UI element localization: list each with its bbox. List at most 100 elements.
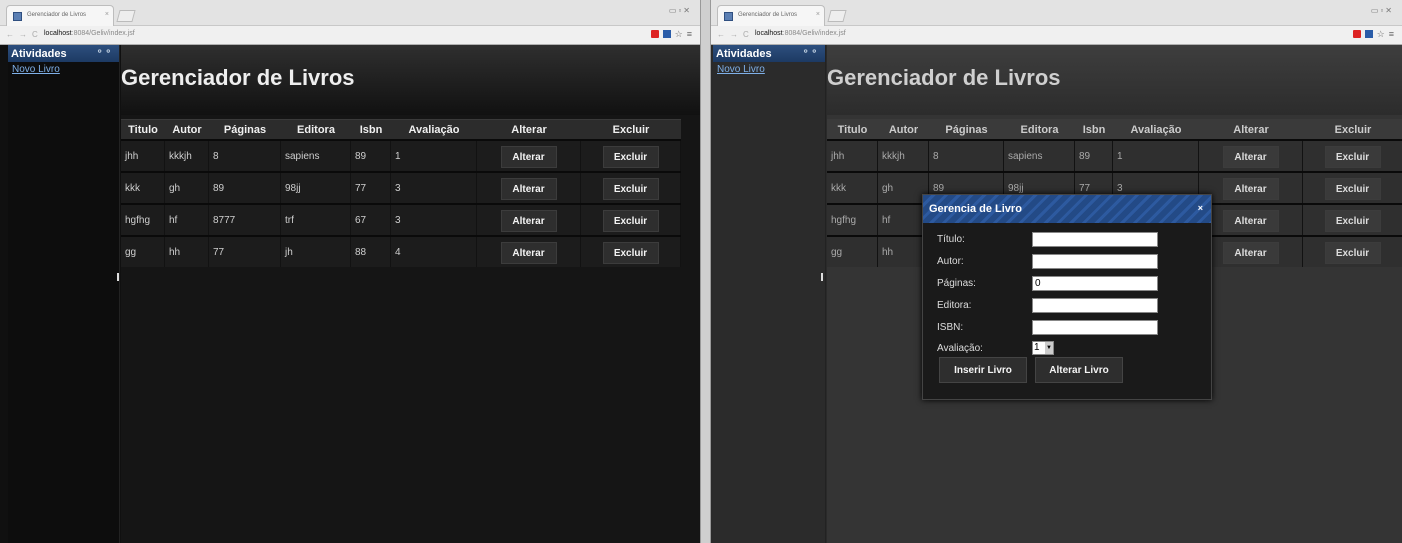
star-icon[interactable]: ☆ (1377, 30, 1385, 39)
new-book-link[interactable]: Novo Livro (8, 62, 119, 75)
browser-tab[interactable]: Gerenciador de Livros × (717, 5, 825, 26)
cell-editora: 98jj (281, 173, 351, 203)
isbn-field[interactable] (1032, 320, 1158, 335)
page-title: Gerenciador de Livros (827, 65, 1061, 90)
extension-red-icon[interactable] (1352, 30, 1361, 38)
excluir-button[interactable]: Excluir (602, 146, 659, 168)
cell-editora: sapiens (281, 141, 351, 171)
excluir-button[interactable]: Excluir (602, 242, 659, 264)
label-autor: Autor: (937, 256, 964, 267)
sidebar-toggle-icon[interactable]: ⚬⚬ (802, 46, 819, 57)
tab-close-icon[interactable]: × (816, 11, 820, 18)
address-bar: ←→C localhost:8084/Geliv/index.jsf ☆ ≡ (711, 26, 1402, 45)
screenshot-divider (700, 0, 711, 543)
url-field[interactable]: localhost:8084/Geliv/index.jsf (44, 29, 464, 42)
cell-titulo: kkk (121, 173, 165, 203)
sidebar-title: Atividades (716, 48, 772, 60)
alterar-button[interactable]: Alterar (500, 210, 557, 232)
window-controls[interactable]: ▭▫✕ (1371, 6, 1394, 15)
cell-paginas: 8 (929, 141, 1004, 171)
close-icon[interactable]: × (1198, 203, 1203, 213)
dialog-header[interactable]: Gerencia de Livro × (923, 195, 1211, 223)
excluir-button[interactable]: Excluir (602, 178, 659, 200)
alterar-button[interactable]: Alterar (500, 242, 557, 264)
cell-alterar: Alterar (477, 237, 581, 267)
cell-paginas: 8 (209, 141, 281, 171)
excluir-button[interactable]: Excluir (1324, 146, 1381, 168)
cell-titulo: gg (121, 237, 165, 267)
cell-isbn: 89 (1075, 141, 1113, 171)
wrench-icon[interactable]: ≡ (687, 30, 692, 39)
book-dialog: Gerencia de Livro × Título: Autor: Págin… (922, 194, 1212, 400)
text-cursor-marker (821, 273, 823, 281)
tab-close-icon[interactable]: × (105, 11, 109, 18)
cell-alterar: Alterar (1199, 141, 1303, 171)
cell-paginas: 89 (209, 173, 281, 203)
sidebar: Atividades ⚬⚬ Novo Livro (8, 45, 120, 543)
alterar-button[interactable]: Alterar (1222, 178, 1279, 200)
nav-buttons-icon[interactable]: ←→C (6, 30, 43, 39)
label-avaliacao: Avaliação: (937, 343, 983, 354)
url-field[interactable]: localhost:8084/Geliv/index.jsf (755, 29, 1175, 42)
header-titulo: Titulo (128, 124, 158, 136)
web-page: Atividades ⚬⚬ Novo Livro Gerenciador de … (0, 45, 700, 543)
alterar-button[interactable]: Alterar (500, 178, 557, 200)
excluir-button[interactable]: Excluir (1324, 178, 1381, 200)
cell-autor: kkkjh (165, 141, 209, 171)
tab-title: Gerenciador de Livros (27, 12, 87, 18)
header-autor: Autor (172, 124, 202, 136)
titulo-field[interactable] (1032, 232, 1158, 247)
cell-paginas: 77 (209, 237, 281, 267)
cell-titulo: kkk (827, 173, 878, 203)
table-header-row: Titulo Autor Páginas Editora Isbn Avalia… (827, 119, 1402, 139)
cell-isbn: 77 (351, 173, 391, 203)
new-tab-button[interactable] (827, 10, 847, 22)
extension-blue-icon[interactable] (662, 30, 671, 38)
favicon-icon (724, 12, 733, 21)
autor-field[interactable] (1032, 254, 1158, 269)
label-paginas: Páginas: (937, 278, 976, 289)
alterar-button[interactable]: Alterar (1222, 242, 1279, 264)
excluir-button[interactable]: Excluir (1324, 242, 1381, 264)
header-avaliacao: Avaliação (1130, 124, 1182, 136)
cell-autor: hh (165, 237, 209, 267)
cell-alterar: Alterar (477, 173, 581, 203)
label-isbn: ISBN: (937, 322, 964, 333)
text-cursor-marker (117, 273, 119, 281)
nav-buttons-icon[interactable]: ←→C (717, 30, 754, 39)
star-icon[interactable]: ☆ (675, 30, 683, 39)
tab-title: Gerenciador de Livros (738, 12, 798, 18)
sidebar-toggle-icon[interactable]: ⚬⚬ (96, 46, 113, 57)
cell-autor: gh (165, 173, 209, 203)
new-book-link[interactable]: Novo Livro (713, 62, 825, 75)
cell-avaliacao: 3 (391, 173, 477, 203)
new-tab-button[interactable] (116, 10, 136, 22)
alterar-button[interactable]: Alterar (500, 146, 557, 168)
sidebar-header: Atividades ⚬⚬ (713, 45, 825, 62)
cell-alterar: Alterar (1199, 237, 1303, 267)
window-controls[interactable]: ▭▫✕ (669, 6, 692, 15)
label-editora: Editora: (937, 300, 972, 311)
cell-isbn: 88 (351, 237, 391, 267)
alterar-button[interactable]: Alterar (1222, 146, 1279, 168)
extension-blue-icon[interactable] (1364, 30, 1373, 38)
update-book-button[interactable]: Alterar Livro (1035, 357, 1123, 383)
cell-alterar: Alterar (1199, 173, 1303, 203)
extensions-area: ☆ ≡ (1352, 30, 1394, 39)
address-bar: ←→C localhost:8084/Geliv/index.jsf ☆ ≡ (0, 26, 700, 45)
editora-field[interactable] (1032, 298, 1158, 313)
header-editora: Editora (1020, 124, 1059, 136)
excluir-button[interactable]: Excluir (602, 210, 659, 232)
extension-red-icon[interactable] (650, 30, 659, 38)
paginas-field[interactable] (1032, 276, 1158, 291)
avaliacao-value: 1 (1034, 342, 1040, 353)
table-row: hgfhg hf 8777 trf 67 3 Alterar Excluir (121, 203, 681, 235)
insert-book-button[interactable]: Inserir Livro (939, 357, 1027, 383)
cell-titulo: jhh (121, 141, 165, 171)
browser-tab[interactable]: Gerenciador de Livros × (6, 5, 114, 26)
wrench-icon[interactable]: ≡ (1389, 30, 1394, 39)
header-alterar: Alterar (1233, 124, 1269, 136)
alterar-button[interactable]: Alterar (1222, 210, 1279, 232)
excluir-button[interactable]: Excluir (1324, 210, 1381, 232)
avaliacao-select[interactable]: 1 ▼ (1032, 341, 1054, 355)
